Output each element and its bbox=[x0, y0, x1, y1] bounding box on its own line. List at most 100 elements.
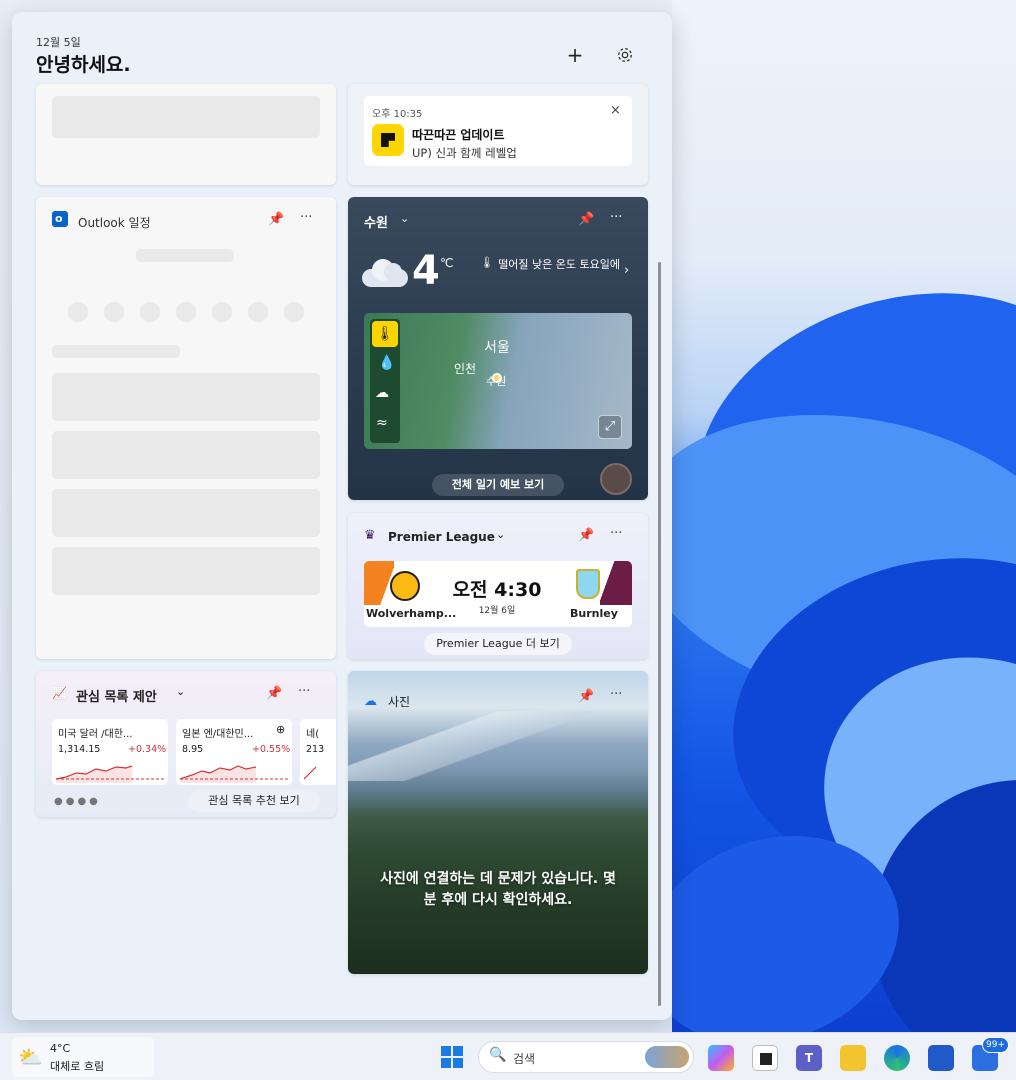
wind-layer-icon[interactable]: ≈ bbox=[376, 415, 388, 431]
ticker-change: +0.34% bbox=[128, 744, 167, 755]
weather-card[interactable]: 수원 ⌄ 📌 ··· 4 ℃ 🌡 떨어질 낮은 온도 토요일에 › 🌡 💧 ☁ … bbox=[348, 197, 648, 500]
teams-icon[interactable]: T bbox=[796, 1045, 822, 1071]
temperature-unit: ℃ bbox=[440, 256, 454, 270]
skeleton-block bbox=[52, 431, 320, 479]
weather-widget-button[interactable]: ⛅ 4°C 대체로 흐림 bbox=[12, 1037, 154, 1077]
scrollbar[interactable] bbox=[658, 262, 661, 1006]
skeleton-block bbox=[52, 96, 320, 138]
task-view-icon[interactable] bbox=[752, 1045, 778, 1071]
outlook-calendar-card[interactable]: o Outlook 일정 📌 ··· bbox=[36, 197, 336, 659]
photos-card[interactable]: ☁ 사진 📌 ··· 사진에 연결하는 데 문제가 있습니다. 몇 분 후에 다… bbox=[348, 671, 648, 974]
temperature-layer-icon[interactable]: 🌡 bbox=[372, 321, 398, 347]
burnley-crest-icon bbox=[576, 569, 600, 599]
cloud-sun-icon: ⛅ bbox=[18, 1045, 43, 1069]
onedrive-cloud-icon: ☁ bbox=[364, 694, 377, 709]
precipitation-layer-icon[interactable]: 💧 bbox=[378, 355, 395, 371]
notification-body: UP) 신과 함께 레벨업 bbox=[412, 146, 517, 160]
more-options-icon[interactable]: ··· bbox=[298, 684, 310, 699]
skeleton-block bbox=[52, 373, 320, 421]
more-options-icon[interactable]: ··· bbox=[610, 687, 622, 702]
skeleton-dot bbox=[176, 302, 196, 322]
gear-icon bbox=[618, 48, 632, 62]
cloud-layer-icon[interactable]: ☁ bbox=[375, 385, 389, 401]
match-date: 12월 6일 bbox=[478, 606, 516, 616]
more-options-icon[interactable]: ··· bbox=[300, 210, 312, 225]
add-widget-button[interactable]: + bbox=[562, 42, 588, 68]
skeleton-block bbox=[52, 345, 180, 358]
search-box[interactable]: 🔍 검색 bbox=[478, 1041, 694, 1073]
ticker-card[interactable]: 네( 213 bbox=[300, 719, 336, 785]
taskbar-temperature: 4°C bbox=[50, 1042, 71, 1055]
cloud-icon bbox=[362, 257, 408, 287]
forecast-text: 떨어질 낮은 온도 토요일에 bbox=[498, 258, 620, 271]
date-label: 12월 5일 bbox=[36, 36, 81, 49]
settings-button[interactable] bbox=[612, 42, 638, 68]
ticker-sparkline bbox=[180, 765, 288, 783]
desktop-wallpaper bbox=[672, 0, 1016, 1032]
add-icon[interactable]: ⊕ bbox=[276, 723, 285, 736]
search-placeholder: 검색 bbox=[513, 1052, 536, 1066]
card-title[interactable]: 관심 목록 제안 bbox=[76, 686, 157, 705]
copilot-icon[interactable] bbox=[708, 1045, 734, 1071]
pin-icon[interactable]: 📌 bbox=[266, 686, 282, 701]
store-icon[interactable] bbox=[928, 1045, 954, 1071]
widgets-taskbar-icon[interactable]: 99+ bbox=[972, 1037, 1009, 1071]
skeleton-dot bbox=[248, 302, 268, 322]
ticker-sparkline bbox=[304, 766, 317, 780]
premier-league-card[interactable]: ♛ Premier League ⌄ 📌 ··· 오전 4:30 12월 6일 … bbox=[348, 513, 648, 659]
chevron-down-icon[interactable]: ⌄ bbox=[176, 685, 185, 698]
skeleton-block bbox=[52, 547, 320, 595]
weather-map[interactable]: 🌡 💧 ☁ ≈ 서울 인천 수원 ⤢ bbox=[364, 313, 632, 449]
skeleton-dot bbox=[104, 302, 124, 322]
pin-icon[interactable]: 📌 bbox=[578, 212, 594, 227]
home-team-name: Wolverhamp... bbox=[366, 607, 457, 620]
map-label-seoul: 서울 bbox=[484, 340, 510, 356]
chevron-right-icon[interactable]: › bbox=[624, 263, 629, 278]
taskbar: ⛅ 4°C 대체로 흐림 🔍 검색 T 99+ bbox=[0, 1032, 1016, 1080]
chevron-down-icon[interactable]: ⌄ bbox=[496, 528, 505, 541]
ticker-card[interactable]: 미국 달러 /대한... 1,314.15 +0.34% bbox=[52, 719, 168, 785]
watchlist-link-button[interactable]: 관심 목록 추천 보기 bbox=[188, 790, 320, 812]
start-button[interactable] bbox=[440, 1045, 466, 1071]
skeleton-dot bbox=[212, 302, 232, 322]
expand-icon[interactable]: ⤢ bbox=[598, 415, 622, 439]
map-label-suwon: 수원 bbox=[486, 375, 507, 388]
file-explorer-icon[interactable] bbox=[840, 1045, 866, 1071]
watchlist-card[interactable]: 📈 관심 목록 제안 ⌄ 📌 ··· 미국 달러 /대한... 1,314.15… bbox=[36, 671, 336, 817]
more-options-icon[interactable]: ··· bbox=[610, 526, 622, 541]
close-icon[interactable]: × bbox=[610, 103, 621, 118]
away-team-name: Burnley bbox=[570, 607, 618, 620]
ticker-card[interactable]: 일본 엔/대한민... ⊕ 8.95 +0.55% bbox=[176, 719, 292, 785]
skeleton-dot bbox=[68, 302, 88, 322]
more-link-button[interactable]: Premier League 더 보기 bbox=[424, 633, 572, 655]
pin-icon[interactable]: 📌 bbox=[578, 689, 594, 704]
chevron-down-icon[interactable]: ⌄ bbox=[400, 212, 409, 225]
ticker-value: 8.95 bbox=[182, 744, 204, 755]
pin-icon[interactable]: 📌 bbox=[578, 528, 594, 543]
outlook-icon: o bbox=[52, 211, 68, 227]
match-time: 오전 4:30 bbox=[452, 579, 542, 601]
weather-location[interactable]: 수원 bbox=[364, 212, 388, 231]
pin-icon[interactable]: 📌 bbox=[268, 212, 284, 227]
wolves-crest-icon bbox=[390, 571, 420, 601]
ticker-name: 일본 엔/대한민... bbox=[182, 729, 254, 740]
ticker-value: 1,314.15 bbox=[58, 744, 101, 755]
ticker-value: 213 bbox=[306, 744, 325, 755]
greeting: 안녕하세요. bbox=[36, 54, 131, 76]
search-icon: 🔍 bbox=[489, 1047, 507, 1063]
ticker-name: 미국 달러 /대한... bbox=[58, 729, 133, 740]
notification-card[interactable]: 오후 10:35 × 따끈따끈 업데이트 UP) 신과 함께 레벨업 bbox=[348, 84, 648, 185]
skeleton-dot bbox=[140, 302, 160, 322]
map-label-incheon: 인천 bbox=[454, 362, 477, 376]
card-title[interactable]: Premier League bbox=[388, 530, 495, 544]
widgets-panel: 12월 5일 안녕하세요. + 오후 10:35 × 따끈따끈 업데이트 UP)… bbox=[12, 12, 672, 1020]
pagination-dots[interactable]: ●●●● bbox=[54, 796, 101, 807]
temperature: 4 bbox=[412, 248, 440, 294]
more-options-icon[interactable]: ··· bbox=[610, 210, 622, 225]
edge-icon[interactable] bbox=[884, 1045, 910, 1071]
skeleton-dot bbox=[284, 302, 304, 322]
match-panel[interactable]: 오전 4:30 12월 6일 Wolverhamp... Burnley bbox=[364, 561, 632, 627]
taskbar-weather-desc: 대체로 흐림 bbox=[50, 1060, 105, 1073]
search-highlight-image bbox=[645, 1046, 689, 1068]
forecast-link-button[interactable]: 전체 일기 예보 보기 bbox=[432, 474, 564, 496]
